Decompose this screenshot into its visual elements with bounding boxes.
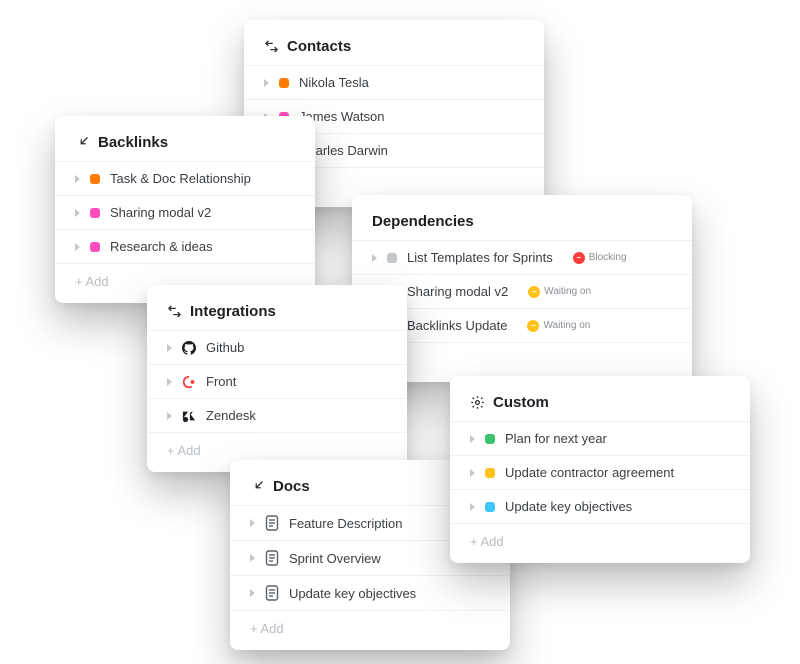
card-header: Integrations — [147, 303, 407, 330]
badge-label: Blocking — [589, 252, 627, 263]
dependency-badge: − Waiting on — [528, 286, 591, 298]
item-label: Sharing modal v2 — [110, 205, 211, 220]
add-button[interactable]: + Add — [230, 610, 510, 642]
item-label: Zendesk — [206, 408, 256, 423]
caret-icon — [264, 79, 269, 87]
caret-icon — [372, 254, 377, 262]
caret-icon — [250, 554, 255, 562]
list-item[interactable]: Update key objectives — [450, 489, 750, 523]
card-backlinks: Backlinks Task & Doc Relationship Sharin… — [55, 116, 315, 303]
badge-dot-icon: − — [573, 252, 585, 264]
status-square — [90, 174, 100, 184]
badge-dot-icon: − — [527, 320, 539, 332]
item-label: Backlinks Update — [407, 318, 507, 333]
add-button[interactable]: + Add — [450, 523, 750, 555]
caret-icon — [167, 412, 172, 420]
caret-icon — [470, 503, 475, 511]
item-label: Task & Doc Relationship — [110, 171, 251, 186]
caret-icon — [167, 344, 172, 352]
caret-icon — [470, 469, 475, 477]
list-item[interactable]: Research & ideas — [55, 229, 315, 263]
card-title: Contacts — [287, 38, 351, 55]
item-label: Update contractor agreement — [505, 465, 674, 480]
item-label: Github — [206, 340, 244, 355]
status-square — [485, 434, 495, 444]
caret-icon — [470, 435, 475, 443]
status-square — [90, 208, 100, 218]
list-item[interactable]: Update contractor agreement — [450, 455, 750, 489]
gear-icon — [470, 395, 485, 410]
status-square — [387, 253, 397, 263]
card-custom: Custom Plan for next year Update contrac… — [450, 376, 750, 563]
list-item[interactable]: Zendesk — [147, 398, 407, 432]
list-item[interactable]: List Templates for Sprints − Blocking — [352, 240, 692, 274]
item-label: Nikola Tesla — [299, 75, 369, 90]
dependency-badge: − Waiting on — [527, 320, 590, 332]
item-label: Feature Description — [289, 516, 402, 531]
card-header: Contacts — [244, 38, 544, 65]
relations-icon — [167, 304, 182, 319]
item-label: Front — [206, 374, 236, 389]
card-title: Integrations — [190, 303, 276, 320]
card-header: Custom — [450, 394, 750, 421]
list-item[interactable]: Update key objectives — [230, 575, 510, 610]
list-item[interactable]: Nikola Tesla — [244, 65, 544, 99]
card-header: Dependencies — [352, 213, 692, 240]
list-item[interactable]: Task & Doc Relationship — [55, 161, 315, 195]
card-header: Backlinks — [55, 134, 315, 161]
document-icon — [265, 550, 279, 566]
item-label: Research & ideas — [110, 239, 213, 254]
front-icon — [182, 375, 196, 389]
item-label: List Templates for Sprints — [407, 250, 553, 265]
caret-icon — [250, 519, 255, 527]
dependency-badge: − Blocking — [573, 252, 627, 264]
status-square — [90, 242, 100, 252]
github-icon — [182, 341, 196, 355]
badge-label: Waiting on — [544, 286, 591, 297]
relations-icon — [264, 39, 279, 54]
badge-dot-icon: − — [528, 286, 540, 298]
arrow-in-icon — [75, 135, 90, 150]
card-title: Dependencies — [372, 213, 474, 230]
item-label: Sharing modal v2 — [407, 284, 508, 299]
caret-icon — [250, 589, 255, 597]
caret-icon — [75, 175, 80, 183]
list-item[interactable]: Plan for next year — [450, 421, 750, 455]
item-label: Sprint Overview — [289, 551, 381, 566]
card-integrations: Integrations Github Front Zendesk + Add — [147, 285, 407, 472]
document-icon — [265, 515, 279, 531]
list-item[interactable]: Front — [147, 364, 407, 398]
caret-icon — [75, 243, 80, 251]
item-label: Plan for next year — [505, 431, 607, 446]
item-label: Update key objectives — [289, 586, 416, 601]
status-square — [279, 78, 289, 88]
badge-label: Waiting on — [543, 320, 590, 331]
arrow-in-icon — [250, 479, 265, 494]
zendesk-icon — [182, 409, 196, 423]
item-label: Update key objectives — [505, 499, 632, 514]
card-title: Custom — [493, 394, 549, 411]
caret-icon — [167, 378, 172, 386]
list-item[interactable]: Github — [147, 330, 407, 364]
status-square — [485, 502, 495, 512]
document-icon — [265, 585, 279, 601]
card-title: Backlinks — [98, 134, 168, 151]
card-title: Docs — [273, 478, 310, 495]
caret-icon — [75, 209, 80, 217]
status-square — [485, 468, 495, 478]
list-item[interactable]: Sharing modal v2 — [55, 195, 315, 229]
